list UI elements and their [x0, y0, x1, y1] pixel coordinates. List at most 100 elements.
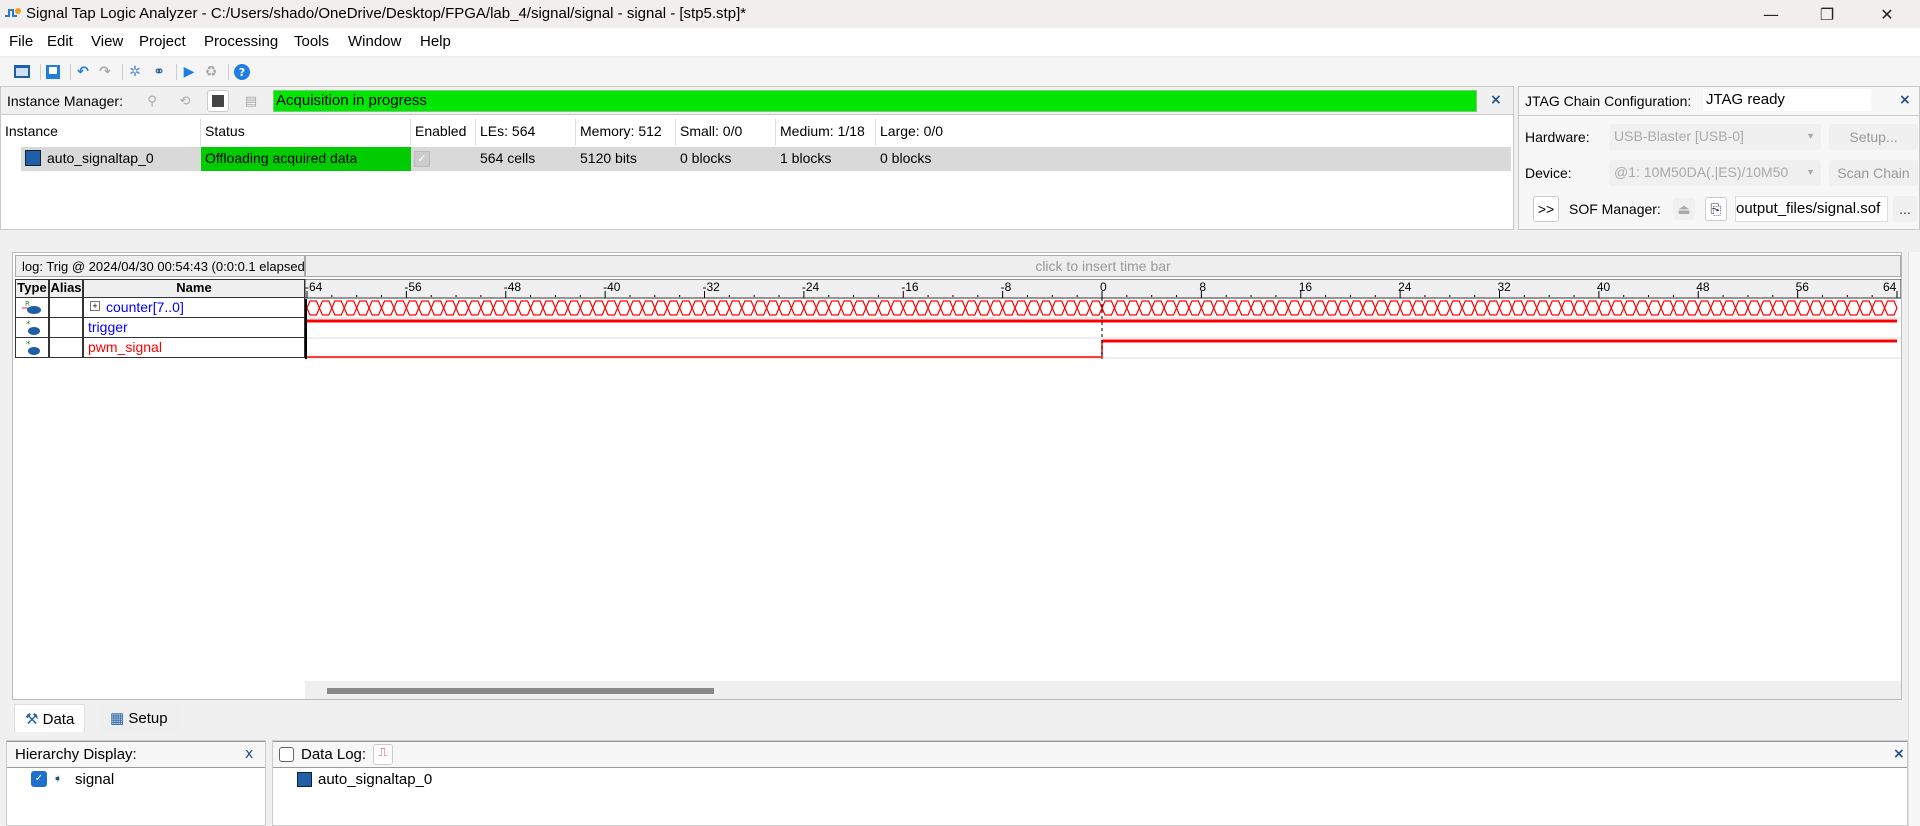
- expand-icon[interactable]: +: [90, 301, 100, 311]
- tick-label: 8: [1199, 280, 1206, 294]
- bus-value-segment: [492, 300, 507, 316]
- instance-name[interactable]: auto_signaltap_0: [47, 150, 154, 166]
- bus-value-segment: [964, 300, 979, 316]
- tick-label: -16: [901, 280, 919, 294]
- program-device-icon[interactable]: ⏏: [1673, 198, 1695, 220]
- bus-value-segment: [455, 300, 470, 316]
- read-data-icon[interactable]: ▤: [240, 90, 262, 112]
- run-analysis-icon[interactable]: ▶: [180, 63, 198, 81]
- close-button[interactable]: ✕: [1864, 0, 1910, 28]
- attach-sof-icon[interactable]: ⎘: [1705, 197, 1727, 221]
- signal-row-counter[interactable]: + counter[7..0]: [83, 298, 305, 318]
- instance-manager-panel: Instance Manager: ⚲ ⟲ ▤ Acquisition in p…: [0, 86, 1514, 230]
- bus-value-segment: [604, 300, 619, 316]
- bus-value-segment: [1846, 300, 1861, 316]
- tab-data[interactable]: ⚒ Data: [14, 704, 86, 732]
- open-instance-icon[interactable]: [13, 63, 31, 81]
- data-log-header: Data Log: ⎍ ×: [273, 741, 1907, 768]
- minimize-button[interactable]: —: [1748, 0, 1794, 28]
- menu-window[interactable]: Window: [348, 33, 401, 50]
- bus-value-segment: [1548, 300, 1563, 316]
- bus-value-segment: [666, 300, 681, 316]
- insert-time-bar[interactable]: click to insert time bar: [305, 255, 1901, 277]
- bus-value-segment: [803, 300, 817, 316]
- bus-value-segment: [1051, 300, 1066, 316]
- signal-row-pwm[interactable]: pwm_signal: [83, 338, 305, 358]
- bus-value-segment: [1436, 300, 1451, 316]
- expand-button[interactable]: >>: [1533, 196, 1559, 222]
- waveform-canvas[interactable]: -64 -56 -48 -40 -32 -24 -16 -8 0 8 16 24 32 40 48 56 64: [305, 279, 1901, 359]
- bus-value-segment: [1300, 300, 1314, 316]
- close-hierarchy-icon[interactable]: x: [245, 746, 253, 762]
- autorun-icon[interactable]: ♻: [202, 63, 220, 81]
- bus-value-segment: [1225, 300, 1240, 316]
- col-instance[interactable]: Instance: [1, 119, 201, 145]
- tick-label: -64: [305, 280, 323, 294]
- col-small[interactable]: Small: 0/0: [676, 119, 776, 145]
- jtag-status: JTAG ready: [1703, 89, 1871, 111]
- stop-analysis-button[interactable]: [207, 90, 229, 112]
- close-data-log-icon[interactable]: ×: [1893, 746, 1905, 762]
- col-les[interactable]: LEs: 564: [476, 119, 576, 145]
- setup-button[interactable]: Setup...: [1829, 124, 1918, 150]
- bus-value-segment: [1623, 300, 1637, 316]
- menu-project[interactable]: Project: [139, 33, 186, 50]
- col-large[interactable]: Large: 0/0: [876, 119, 976, 145]
- horizontal-scrollbar[interactable]: [305, 681, 1901, 699]
- bus-value-segment: [1337, 300, 1352, 316]
- menu-processing[interactable]: Processing: [204, 33, 278, 50]
- col-memory[interactable]: Memory: 512: [576, 119, 676, 145]
- col-medium[interactable]: Medium: 1/18: [776, 119, 876, 145]
- bus-value-segment: [1821, 300, 1836, 316]
- menu-edit[interactable]: Edit: [47, 33, 73, 50]
- hierarchy-item[interactable]: signal: [75, 771, 114, 788]
- save-icon[interactable]: [44, 63, 62, 81]
- bus-value-segment: [927, 300, 942, 316]
- help-icon[interactable]: ?: [233, 63, 251, 81]
- scan-chain-button[interactable]: Scan Chain: [1829, 160, 1918, 186]
- col-enabled[interactable]: Enabled: [411, 119, 476, 145]
- signal-row-trigger[interactable]: trigger: [83, 318, 305, 338]
- bus-value-segment: [1014, 300, 1029, 316]
- enabled-checkbox[interactable]: ✓: [414, 151, 430, 167]
- chevron-down-icon: ▼: [1806, 167, 1815, 177]
- autorun-analysis-icon[interactable]: ⟲: [174, 90, 196, 112]
- data-log-item[interactable]: auto_signaltap_0: [318, 771, 432, 788]
- bus-value-segment: [840, 300, 855, 316]
- menu-file[interactable]: File: [9, 33, 33, 50]
- hardware-select[interactable]: USB-Blaster [USB-0] ▼: [1609, 124, 1821, 150]
- col-status[interactable]: Status: [201, 119, 411, 145]
- tick-label: 24: [1398, 280, 1412, 294]
- bus-value-segment: [1834, 300, 1848, 316]
- signal-name: counter[7..0]: [106, 299, 184, 315]
- read-info-icon[interactable]: ⚲: [141, 90, 163, 112]
- right-splitter[interactable]: [1908, 252, 1920, 826]
- bus-value-segment: [828, 300, 842, 316]
- bus-value-segment: [1871, 300, 1886, 316]
- find-icon[interactable]: ⚭: [150, 63, 168, 81]
- instance-manager-label: Instance Manager:: [7, 93, 123, 109]
- close-instance-manager-icon[interactable]: ×: [1490, 92, 1502, 108]
- bus-value-segment: [1710, 300, 1724, 316]
- device-select[interactable]: @1: 10M50DA(.|ES)/10M50 ▼: [1609, 160, 1821, 186]
- signal-checkbox[interactable]: ✓: [31, 771, 47, 787]
- undo-icon[interactable]: ↶: [74, 63, 92, 81]
- close-jtag-icon[interactable]: ×: [1899, 92, 1911, 108]
- tab-setup[interactable]: ▦ Setup: [100, 704, 178, 732]
- menu-tools[interactable]: Tools: [294, 33, 329, 50]
- bus-value-segment: [1560, 300, 1575, 316]
- maximize-button[interactable]: ❐: [1804, 0, 1850, 28]
- export-log-icon[interactable]: ⎍: [373, 744, 393, 765]
- data-log-checkbox[interactable]: [279, 747, 294, 762]
- scrollbar-thumb[interactable]: [327, 688, 714, 694]
- bus-value-segment: [765, 300, 780, 316]
- svg-text:R: R: [25, 300, 30, 308]
- sof-file-field[interactable]: output_files/signal.sof: [1735, 196, 1888, 222]
- browse-sof-button[interactable]: ...: [1893, 196, 1917, 222]
- redo-icon[interactable]: ↷: [96, 63, 114, 81]
- menu-view[interactable]: View: [91, 33, 123, 50]
- node-finder-icon[interactable]: ✲: [126, 63, 144, 81]
- bus-value-segment: [1610, 300, 1625, 316]
- bus-value-segment: [1635, 300, 1650, 316]
- menu-help[interactable]: Help: [420, 33, 451, 50]
